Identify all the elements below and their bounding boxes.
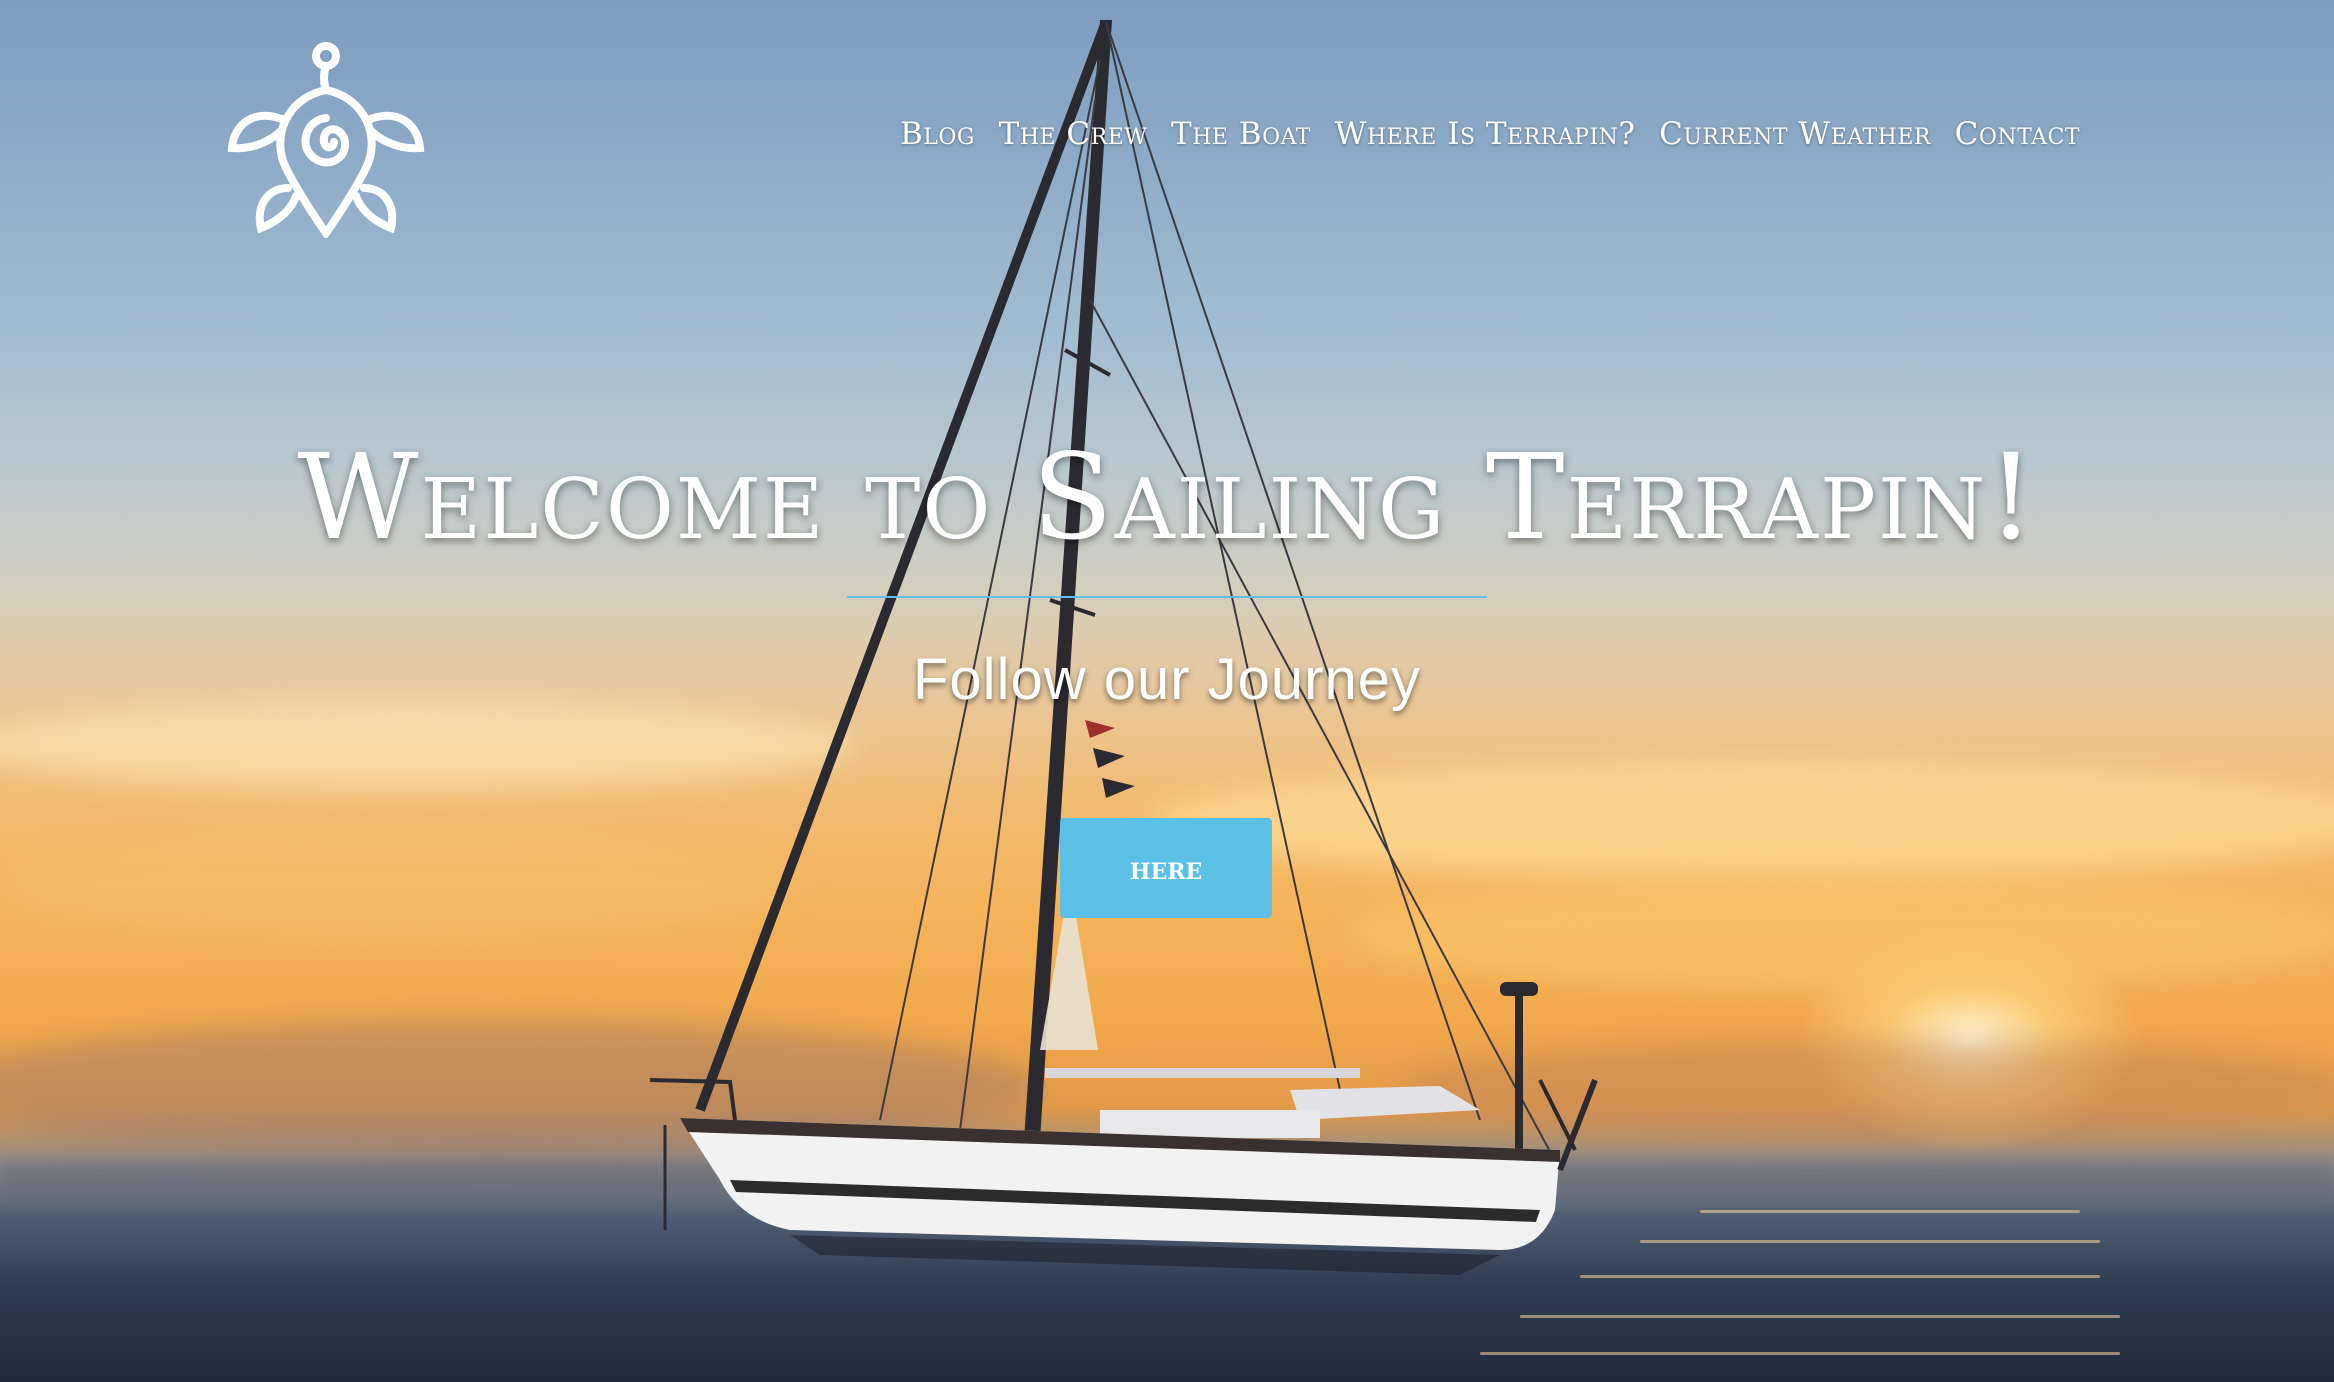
turtle-spiral-icon[interactable]: [226, 38, 426, 238]
page-title: Welcome to Sailing Terrapin!: [297, 428, 2037, 566]
here-button[interactable]: here: [1060, 818, 1272, 918]
title-divider: [847, 596, 1487, 598]
nav-item-blog[interactable]: Blog: [900, 116, 975, 152]
nav-item-the-boat[interactable]: The Boat: [1171, 116, 1311, 152]
main-nav: Blog The Crew The Boat Where Is Terrapin…: [900, 116, 2080, 152]
nav-item-where-is-terrapin[interactable]: Where Is Terrapin?: [1335, 116, 1636, 152]
hero-section: Blog The Crew The Boat Where Is Terrapin…: [0, 0, 2334, 1382]
nav-item-contact[interactable]: Contact: [1955, 116, 2080, 152]
hero-subtitle: Follow our Journey: [913, 647, 1421, 712]
nav-item-the-crew[interactable]: The Crew: [999, 116, 1148, 152]
nav-item-current-weather[interactable]: Current Weather: [1659, 116, 1931, 152]
